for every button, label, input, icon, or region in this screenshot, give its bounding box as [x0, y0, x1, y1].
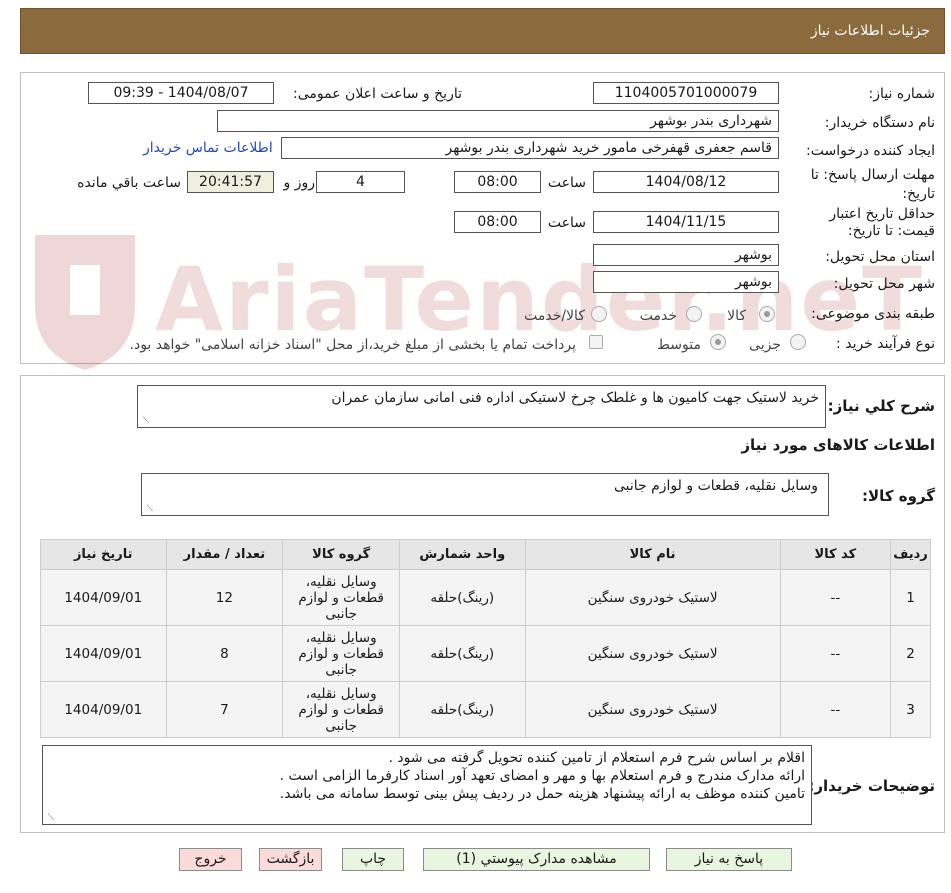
- buyer-contact-link[interactable]: اطلاعات تماس خریدار: [143, 140, 273, 156]
- category-goods-radio[interactable]: [759, 306, 775, 322]
- exit-button[interactable]: خروج: [179, 848, 242, 871]
- validity-time-field: 08:00: [454, 211, 541, 233]
- items-table: ردیف کد کالا نام کالا واحد شمارش گروه کا…: [40, 539, 931, 738]
- cell-qty: 8: [165, 625, 284, 682]
- col-header-name: نام کالا: [524, 539, 781, 570]
- deadline-label: مهلت ارسال پاسخ: تا تاریخ:: [810, 167, 935, 202]
- validity-label: حداقل تاریخ اعتبار قیمت: تا تاریخ:: [829, 206, 935, 239]
- group-label: گروه کالا:: [862, 487, 935, 505]
- cell-name: لاستیک خودروی سنگین: [524, 569, 781, 626]
- province-label: استان محل تحویل:: [825, 249, 935, 265]
- cell-date: 1404/09/01: [40, 625, 167, 682]
- resize-grip-icon[interactable]: ⟋: [145, 505, 153, 514]
- days-count-field: 4: [316, 171, 405, 193]
- process-medium-radio[interactable]: [710, 334, 726, 350]
- category-label: طبقه بندی موضوعی:: [811, 306, 935, 322]
- remaining-time-field: 20:41:57: [187, 171, 274, 193]
- cell-name: لاستیک خودروی سنگین: [524, 625, 781, 682]
- table-row: 1 -- لاستیک خودروی سنگین (رینگ)حلقه وسای…: [40, 569, 931, 626]
- deadline-date-field: 1404/08/12: [593, 171, 779, 193]
- col-header-unit: واحد شمارش: [399, 539, 526, 570]
- cell-unit: (رینگ)حلقه: [399, 681, 526, 738]
- treasury-payment-checkbox[interactable]: [589, 335, 603, 349]
- col-header-code: کد کالا: [779, 539, 892, 570]
- table-row: 3 -- لاستیک خودروی سنگین (رینگ)حلقه وسای…: [40, 681, 931, 738]
- category-goods-service-radio[interactable]: [591, 306, 607, 322]
- notes-line: تامین کننده موظف به ارائه پیشنهاد هزینه …: [279, 786, 805, 802]
- view-attachments-button[interactable]: مشاهده مدارک پیوستي (1): [423, 848, 650, 871]
- cell-qty: 7: [165, 681, 284, 738]
- back-button[interactable]: بازگشت: [259, 848, 322, 871]
- treasury-payment-note: پرداخت تمام یا بخشی از مبلغ خرید،از محل …: [129, 337, 576, 353]
- group-text: وسایل نقلیه، قطعات و لوازم جانبی: [613, 478, 818, 494]
- remaining-label: ساعت باقي مانده: [77, 175, 181, 191]
- print-button[interactable]: چاپ: [342, 848, 404, 871]
- col-header-date: تاریخ نیاز: [40, 539, 167, 570]
- city-field: بوشهر: [593, 271, 779, 293]
- category-service-radio[interactable]: [686, 306, 702, 322]
- reply-button[interactable]: پاسخ به نیاز: [666, 848, 792, 871]
- cell-code: --: [779, 681, 892, 738]
- cell-qty: 12: [165, 569, 284, 626]
- announce-label: تاریخ و ساعت اعلان عمومی:: [293, 86, 462, 102]
- requester-label: ایجاد کننده درخواست:: [806, 143, 935, 159]
- table-row: 2 -- لاستیک خودروی سنگین (رینگ)حلقه وسای…: [40, 625, 931, 682]
- watermark-text: AriaTender.neT: [155, 248, 925, 351]
- city-label: شهر محل تحویل:: [833, 276, 935, 292]
- cell-code: --: [779, 625, 892, 682]
- requester-field: قاسم جعفری قهفرخی مامور خرید شهرداری بند…: [281, 137, 779, 159]
- resize-grip-icon[interactable]: ⟋: [46, 814, 54, 823]
- page-header: جزئیات اطلاعات نیاز: [20, 8, 945, 54]
- process-minor-label: جزیی: [749, 337, 781, 353]
- items-title: اطلاعات کالاهای مورد نیاز: [741, 436, 935, 454]
- cell-date: 1404/09/01: [40, 569, 167, 626]
- validity-time-label: ساعت: [547, 215, 586, 231]
- table-header-row: ردیف کد کالا نام کالا واحد شمارش گروه کا…: [40, 539, 931, 570]
- validity-date-field: 1404/11/15: [593, 211, 779, 233]
- process-minor-radio[interactable]: [790, 334, 806, 350]
- cell-row: 2: [890, 625, 931, 682]
- cell-date: 1404/09/01: [40, 681, 167, 738]
- deadline-time-label: ساعت: [547, 175, 586, 191]
- col-header-group: گروه کالا: [282, 539, 401, 570]
- summary-text: خرید لاستیک جهت کامیون ها و غلطک چرخ لاس…: [331, 390, 819, 406]
- notes-line: ارائه مدارک مندرج و فرم استعلام بها و مه…: [279, 768, 805, 784]
- buyer-org-label: نام دستگاه خریدار:: [824, 115, 935, 131]
- deadline-time-field: 08:00: [454, 171, 541, 193]
- summary-textarea: خرید لاستیک جهت کامیون ها و غلطک چرخ لاس…: [137, 385, 826, 428]
- category-goods-label: کالا: [727, 308, 746, 324]
- cell-row: 1: [890, 569, 931, 626]
- need-number-label: شماره نیاز:: [868, 86, 936, 102]
- cell-unit: (رینگ)حلقه: [399, 625, 526, 682]
- cell-group: وسایل نقلیه، قطعات و لوازم جانبی: [282, 681, 401, 738]
- summary-label: شرح کلي نياز:: [827, 397, 935, 415]
- col-header-row: ردیف: [890, 539, 931, 570]
- province-field: بوشهر: [593, 244, 779, 266]
- announce-field: 1404/08/07 - 09:39: [88, 82, 274, 104]
- notes-line: اقلام بر اساس شرح فرم استعلام از تامین ک…: [388, 750, 805, 766]
- notes-label: توضیحات خریدار:: [808, 777, 935, 795]
- cell-unit: (رینگ)حلقه: [399, 569, 526, 626]
- cell-row: 3: [890, 681, 931, 738]
- need-number-field: 1104005701000079: [593, 82, 779, 104]
- process-medium-label: متوسط: [657, 337, 701, 353]
- buyer-org-field: شهرداری بندر بوشهر: [217, 110, 779, 132]
- cell-name: لاستیک خودروی سنگین: [524, 681, 781, 738]
- cell-group: وسایل نقلیه، قطعات و لوازم جانبی: [282, 569, 401, 626]
- col-header-qty: تعداد / مقدار: [165, 539, 284, 570]
- process-label: نوع فرآیند خرید :: [836, 336, 935, 352]
- days-label: روز و: [283, 175, 316, 191]
- group-textarea: وسایل نقلیه، قطعات و لوازم جانبی ⟋: [141, 473, 829, 516]
- category-service-label: خدمت: [639, 308, 677, 324]
- cell-code: --: [779, 569, 892, 626]
- resize-grip-icon[interactable]: ⟋: [141, 417, 149, 426]
- notes-textarea: اقلام بر اساس شرح فرم استعلام از تامین ک…: [42, 745, 812, 825]
- page-title: جزئیات اطلاعات نیاز: [810, 23, 930, 39]
- category-goods-service-label: کالا/خدمت: [524, 308, 585, 324]
- cell-group: وسایل نقلیه، قطعات و لوازم جانبی: [282, 625, 401, 682]
